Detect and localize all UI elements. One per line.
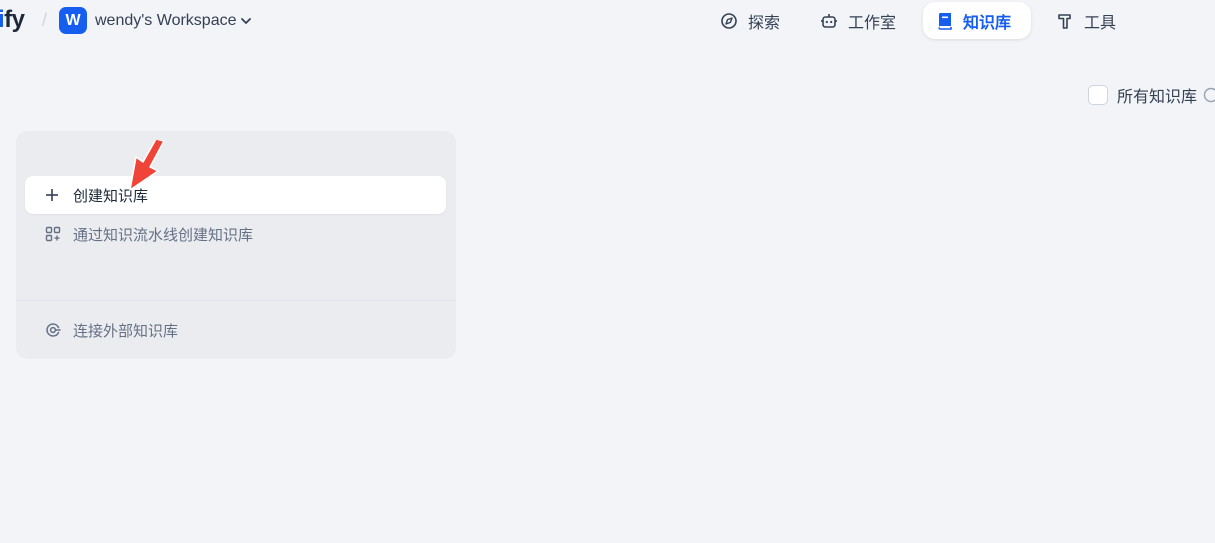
nav-knowledge-label: 知识库 [963,14,1012,32]
workspace-avatar: W [59,7,87,34]
grid-icon [45,226,61,242]
all-knowledge-filter: 所有知识库 [1088,83,1215,107]
annotation-arrow-icon [124,138,168,197]
nav-knowledge[interactable]: 知识库 [923,2,1031,39]
breadcrumb-separator: / [42,10,48,30]
workspace-switcher[interactable]: W wendy's Workspace [59,7,253,34]
link-icon [45,322,61,338]
create-knowledge-card: 创建知识库 通过知识流水线创建知识库 连接外部知识库 [16,131,456,359]
chevron-down-icon [239,14,253,28]
create-from-pipeline-label: 通过知识流水线创建知识库 [73,226,254,244]
robot-icon [820,12,838,30]
compass-icon [720,12,738,30]
nav-studio-label: 工作室 [848,14,897,32]
create-from-pipeline-button[interactable]: 通过知识流水线创建知识库 [25,215,446,253]
all-knowledge-label: 所有知识库 [1117,89,1198,106]
connect-external-knowledge-button[interactable]: 连接外部知识库 [25,311,446,349]
plus-icon [45,188,61,202]
workspace-name: wendy's Workspace [95,11,237,29]
nav-studio[interactable]: 工作室 [806,2,910,39]
nav-tools[interactable]: 工具 [1042,2,1130,39]
hammer-icon [1056,12,1074,30]
book-icon [937,12,953,30]
app-logo[interactable]: ify [0,5,25,35]
nav-tools-label: 工具 [1084,14,1117,32]
nav-explore-label: 探索 [748,14,781,32]
create-knowledge-button[interactable]: 创建知识库 [25,176,446,214]
info-icon[interactable] [1203,87,1215,103]
connect-external-label: 连接外部知识库 [73,322,179,340]
card-divider [16,300,456,301]
top-bar: ify / W wendy's Workspace 探索 工作室 知识库 工具 [0,0,1215,40]
all-knowledge-checkbox[interactable] [1088,85,1108,105]
nav-explore[interactable]: 探索 [706,2,794,39]
